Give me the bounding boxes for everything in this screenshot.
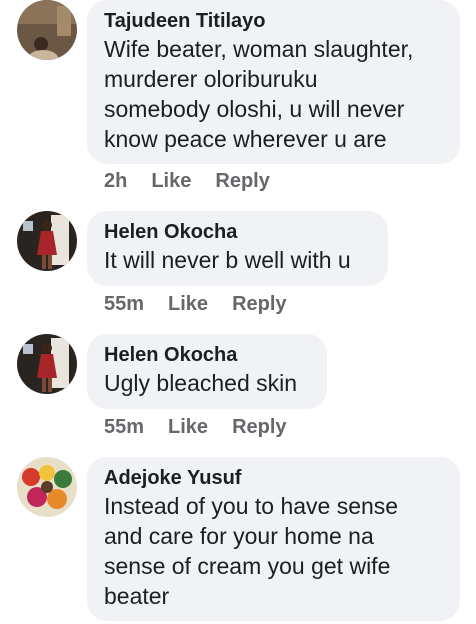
like-button[interactable]: Like (151, 169, 191, 193)
user-photo-icon (17, 0, 77, 60)
comment-actions: 55m Like Reply (104, 415, 287, 439)
comment-timestamp: 55m (104, 293, 145, 315)
comment-bubble: Adejoke Yusuf Instead of you to have sen… (87, 457, 460, 621)
comment-actions: 55m Like Reply (104, 292, 287, 316)
avatar[interactable] (17, 211, 77, 271)
comment-author[interactable]: Tajudeen Titilayo (104, 9, 444, 33)
comment-text: Instead of you to have sense and care fo… (104, 493, 399, 609)
comment-text: Ugly bleached skin (104, 370, 298, 396)
comment-author[interactable]: Adejoke Yusuf (104, 466, 444, 490)
user-photo-icon (17, 211, 77, 271)
reply-button[interactable]: Reply (232, 415, 286, 439)
reply-button[interactable]: Reply (215, 169, 269, 193)
like-button[interactable]: Like (168, 292, 208, 316)
comment-bubble: Tajudeen Titilayo Wife beater, woman sla… (87, 0, 460, 164)
avatar[interactable] (17, 334, 77, 394)
comment-timestamp: 55m (104, 416, 145, 438)
avatar[interactable] (17, 457, 77, 517)
user-photo-icon (17, 457, 77, 517)
comment-text: It will never b well with u (104, 247, 351, 273)
comment-bubble: Helen Okocha Ugly bleached skin (87, 334, 327, 409)
comment-bubble: Helen Okocha It will never b well with u (87, 211, 388, 286)
user-photo-icon (17, 334, 77, 394)
reply-button[interactable]: Reply (232, 292, 286, 316)
comment-text: Wife beater, woman slaughter, murderer o… (104, 36, 414, 152)
comment-actions: 2h Like Reply (104, 169, 270, 193)
comment-timestamp: 2h (104, 170, 128, 192)
avatar[interactable] (17, 0, 77, 60)
comment-author[interactable]: Helen Okocha (104, 343, 311, 367)
comment-author[interactable]: Helen Okocha (104, 220, 372, 244)
like-button[interactable]: Like (168, 415, 208, 439)
